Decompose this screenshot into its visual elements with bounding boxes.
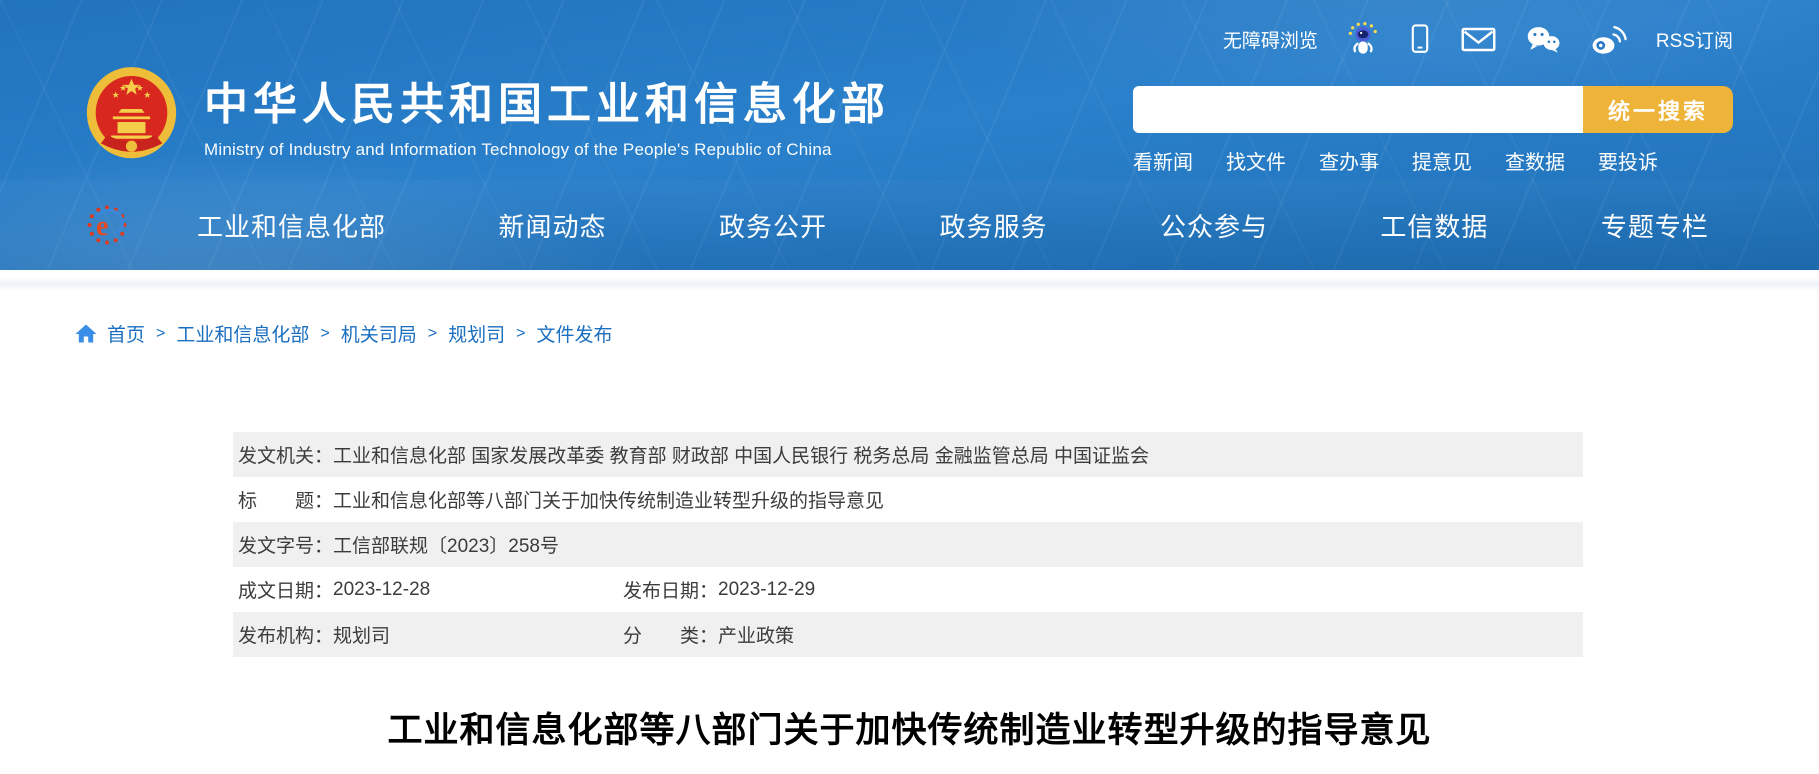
breadcrumb-separator: >: [155, 325, 166, 343]
unified-search-button[interactable]: 统一搜索: [1583, 86, 1733, 133]
nav-item-disclosure[interactable]: 政务公开: [719, 207, 827, 244]
breadcrumb-departments[interactable]: 机关司局: [341, 320, 417, 347]
mobile-icon[interactable]: [1408, 22, 1432, 56]
quick-link-suggest[interactable]: 提意见: [1412, 146, 1472, 175]
header-shadow-band: [0, 270, 1819, 292]
quick-link-files[interactable]: 找文件: [1226, 146, 1286, 175]
mail-icon[interactable]: [1461, 26, 1496, 53]
breadcrumb-separator: >: [515, 325, 526, 343]
meta-value: 产业政策: [718, 621, 794, 648]
nav-item-miit[interactable]: 工业和信息化部: [197, 207, 386, 244]
search-input[interactable]: [1133, 86, 1583, 133]
article-title: 工业和信息化部等八部门关于加快传统制造业转型升级的指导意见: [0, 702, 1819, 753]
accessibility-link[interactable]: 无障碍浏览: [1223, 26, 1318, 53]
site-name-block: 中华人民共和国工业和信息化部 Ministry of Industry and …: [204, 66, 890, 170]
meta-col-publisher: 发布机构：规划司: [238, 621, 623, 648]
site-header: 无障碍浏览: [0, 0, 1819, 270]
meta-label: 成文日期：: [238, 576, 333, 603]
meta-label: 发文字号：: [238, 531, 333, 558]
main-nav: e 工业和信息化部 新闻动态 政务公开 政务服务 公众参与 工信数据 专题专栏: [0, 180, 1819, 270]
meta-value: 2023-12-28: [333, 579, 430, 601]
meta-col-category: 分 类：产业政策: [623, 621, 794, 648]
meta-value: 工业和信息化部等八部门关于加快传统制造业转型升级的指导意见: [333, 486, 884, 513]
search-area: 统一搜索 看新闻 找文件 查办事 提意见 查数据 要投诉: [1133, 86, 1733, 175]
breadcrumb-planning-dept[interactable]: 规划司: [448, 320, 505, 347]
breadcrumb-separator: >: [427, 325, 438, 343]
nav-items: 工业和信息化部 新闻动态 政务公开 政务服务 公众参与 工信数据 专题专栏: [197, 207, 1709, 244]
breadcrumb-separator: >: [319, 325, 330, 343]
meta-row-title: 标 题：工业和信息化部等八部门关于加快传统制造业转型升级的指导意见: [233, 477, 1583, 522]
miit-e-logo-icon[interactable]: e: [85, 203, 129, 247]
meta-label: 标 题：: [238, 486, 333, 513]
rss-link[interactable]: RSS订阅: [1656, 26, 1733, 53]
miit-gov-page: 无障碍浏览: [0, 0, 1819, 774]
nav-item-participation[interactable]: 公众参与: [1160, 207, 1268, 244]
meta-col-publish-date: 发布日期：2023-12-29: [623, 576, 815, 603]
nav-item-data[interactable]: 工信数据: [1380, 207, 1488, 244]
meta-value: 2023-12-29: [718, 579, 815, 601]
meta-label: 发布机构：: [238, 621, 333, 648]
breadcrumb-document-release[interactable]: 文件发布: [536, 320, 612, 347]
site-logo[interactable]: 中华人民共和国工业和信息化部 Ministry of Industry and …: [85, 66, 890, 170]
meta-label: 发布日期：: [623, 576, 718, 603]
home-icon[interactable]: [75, 323, 97, 344]
search-row: 统一搜索: [1133, 86, 1733, 133]
breadcrumb-home[interactable]: 首页: [107, 320, 145, 347]
weibo-icon[interactable]: [1590, 24, 1627, 55]
meta-label: 分 类：: [623, 621, 718, 648]
meta-label: 发文机关：: [238, 441, 333, 468]
utility-bar: 无障碍浏览: [1223, 22, 1733, 56]
site-title: 中华人民共和国工业和信息化部: [204, 82, 890, 128]
breadcrumb-miit[interactable]: 工业和信息化部: [176, 320, 309, 347]
meta-row-document-number: 发文字号：工信部联规〔2023〕258号: [233, 522, 1583, 567]
quick-link-data[interactable]: 查数据: [1505, 146, 1565, 175]
quick-link-services[interactable]: 查办事: [1319, 146, 1379, 175]
meta-row-publisher-category: 发布机构：规划司 分 类：产业政策: [233, 612, 1583, 657]
nav-item-services[interactable]: 政务服务: [939, 207, 1047, 244]
nav-item-news[interactable]: 新闻动态: [498, 207, 606, 244]
meta-value: 工信部联规〔2023〕258号: [333, 531, 559, 558]
wechat-icon[interactable]: [1525, 24, 1561, 55]
meta-row-dates: 成文日期：2023-12-28 发布日期：2023-12-29: [233, 567, 1583, 612]
meta-value: 工业和信息化部 国家发展改革委 教育部 财政部 中国人民银行 税务总局 金融监管…: [333, 441, 1149, 468]
quick-link-news[interactable]: 看新闻: [1133, 146, 1193, 175]
quick-links: 看新闻 找文件 查办事 提意见 查数据 要投诉: [1133, 146, 1733, 175]
quick-link-complaint[interactable]: 要投诉: [1598, 146, 1658, 175]
site-subtitle: Ministry of Industry and Information Tec…: [204, 140, 890, 160]
meta-row-issuing-authority: 发文机关：工业和信息化部 国家发展改革委 教育部 财政部 中国人民银行 税务总局…: [233, 432, 1583, 477]
breadcrumb: 首页 > 工业和信息化部 > 机关司局 > 规划司 > 文件发布: [75, 320, 612, 347]
meta-col-written-date: 成文日期：2023-12-28: [238, 576, 623, 603]
national-emblem-icon: [85, 66, 178, 170]
nav-item-topics[interactable]: 专题专栏: [1601, 207, 1709, 244]
meta-value: 规划司: [333, 621, 390, 648]
robot-mascot-icon[interactable]: [1347, 21, 1379, 57]
document-meta-table: 发文机关：工业和信息化部 国家发展改革委 教育部 财政部 中国人民银行 税务总局…: [233, 432, 1583, 657]
